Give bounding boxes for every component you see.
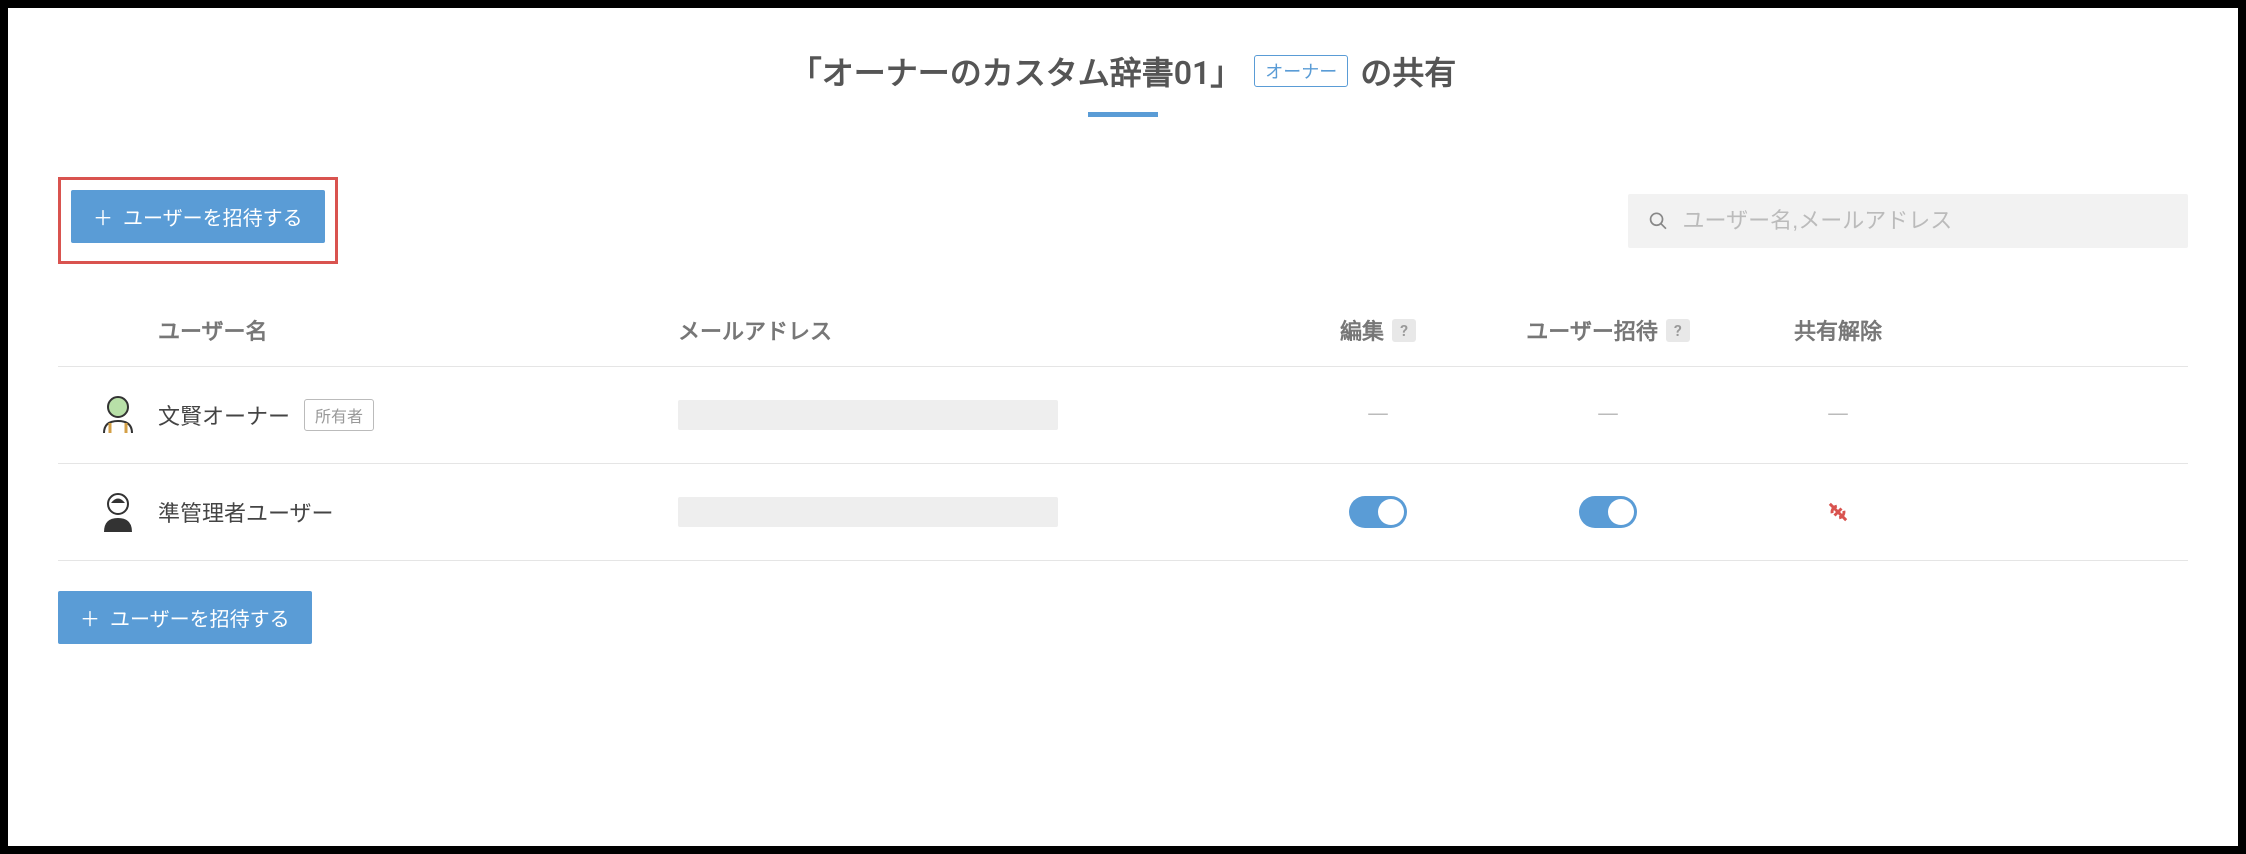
invite-toggle[interactable]	[1579, 496, 1637, 528]
dash-icon: —	[1366, 398, 1389, 433]
plus-icon: ＋	[93, 202, 113, 231]
owner-badge: オーナー	[1254, 55, 1348, 87]
avatar-owner-icon	[96, 393, 140, 437]
th-edit: 編集 ?	[1278, 314, 1478, 346]
username-cell: 文賢オーナー 所有者	[158, 399, 678, 431]
title-underline	[1088, 112, 1158, 117]
invite-button-label: ユーザーを招待する	[123, 202, 303, 231]
title-suffix: の共有	[1360, 48, 1456, 94]
th-unshare: 共有解除	[1738, 314, 1938, 346]
unlink-icon[interactable]	[1824, 498, 1852, 526]
username-text: 準管理者ユーザー	[158, 496, 334, 528]
avatar-user-icon	[96, 490, 140, 534]
avatar-cell	[58, 393, 158, 437]
page-title: 「オーナーのカスタム辞書01」 オーナー の共有	[790, 48, 1457, 94]
help-icon[interactable]: ?	[1392, 319, 1416, 342]
search-input[interactable]	[1683, 208, 2168, 234]
th-email: メールアドレス	[678, 314, 1278, 346]
owner-tag: 所有者	[304, 399, 374, 431]
username-cell: 準管理者ユーザー	[158, 496, 678, 528]
help-icon[interactable]: ?	[1666, 319, 1690, 342]
th-username: ユーザー名	[158, 314, 678, 346]
username-text: 文賢オーナー	[158, 399, 290, 431]
redacted-email	[678, 497, 1058, 527]
invite-user-button-top[interactable]: ＋ ユーザーを招待する	[71, 190, 325, 243]
email-cell	[678, 497, 1278, 527]
dash-icon: —	[1826, 398, 1849, 433]
invite-cell	[1478, 496, 1738, 528]
page-header: 「オーナーのカスタム辞書01」 オーナー の共有	[58, 48, 2188, 117]
invite-cell: —	[1478, 398, 1738, 433]
unshare-cell	[1738, 498, 1938, 526]
bottom-toolbar: ＋ ユーザーを招待する	[58, 591, 2188, 644]
toolbar: ＋ ユーザーを招待する	[58, 177, 2188, 264]
plus-icon: ＋	[80, 603, 100, 632]
edit-cell	[1278, 496, 1478, 528]
invite-button-label: ユーザーを招待する	[110, 603, 290, 632]
dash-icon: —	[1596, 398, 1619, 433]
table-row: 準管理者ユーザー	[58, 464, 2188, 561]
redacted-email	[678, 400, 1058, 430]
invite-user-button-bottom[interactable]: ＋ ユーザーを招待する	[58, 591, 312, 644]
share-table: ユーザー名 メールアドレス 編集 ? ユーザー招待 ? 共有解除 文賢オーナー …	[58, 314, 2188, 561]
table-row: 文賢オーナー 所有者 — — —	[58, 367, 2188, 464]
email-cell	[678, 400, 1278, 430]
title-prefix: 「オーナーのカスタム辞書01」	[790, 48, 1243, 94]
edit-cell: —	[1278, 398, 1478, 433]
avatar-cell	[58, 490, 158, 534]
annotation-highlight: ＋ ユーザーを招待する	[58, 177, 338, 264]
unshare-cell: —	[1738, 398, 1938, 433]
table-header-row: ユーザー名 メールアドレス 編集 ? ユーザー招待 ? 共有解除	[58, 314, 2188, 367]
search-icon	[1648, 210, 1669, 232]
search-field-wrap[interactable]	[1628, 194, 2188, 248]
th-invite: ユーザー招待 ?	[1478, 314, 1738, 346]
edit-toggle[interactable]	[1349, 496, 1407, 528]
